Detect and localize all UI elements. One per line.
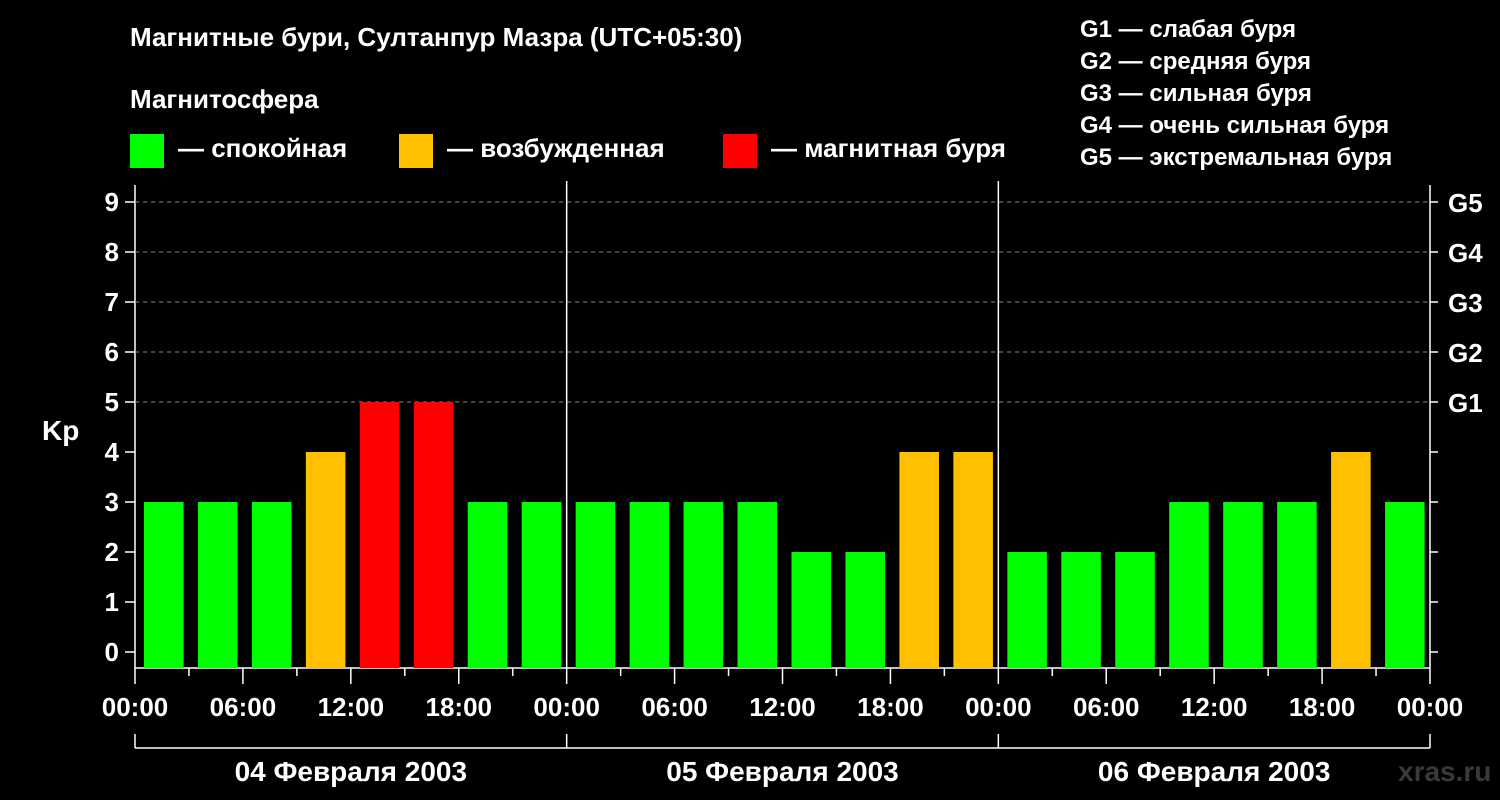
kp-bar (683, 502, 724, 668)
kp-bar (359, 402, 400, 668)
kp-bar (1223, 502, 1263, 668)
y-tick-label: 0 (105, 637, 119, 667)
kp-bar (1169, 502, 1209, 668)
y-tick-label: 1 (105, 587, 119, 617)
day-label: 04 Февраля 2003 (235, 756, 467, 787)
kp-bar (737, 502, 778, 668)
g-level-label: G2 (1448, 338, 1483, 368)
kp-bar (575, 502, 616, 668)
y-tick-label: 7 (105, 287, 119, 317)
kp-bar (521, 502, 562, 668)
y-tick-label: 2 (105, 537, 119, 567)
kp-bar (1007, 552, 1047, 668)
y-tick-label: 3 (105, 487, 119, 517)
kp-bar (143, 502, 184, 668)
g-level-label: G5 (1448, 188, 1483, 218)
x-tick-label: 18:00 (426, 692, 493, 722)
x-tick-label: 18:00 (1289, 692, 1356, 722)
x-tick-label: 18:00 (857, 692, 924, 722)
y-tick-label: 4 (105, 437, 120, 467)
y-tick-label: 9 (105, 187, 119, 217)
kp-bar (1115, 552, 1155, 668)
g-level-label: G4 (1448, 238, 1483, 268)
kp-bar (197, 502, 238, 668)
kp-bar (1385, 502, 1425, 668)
kp-bar (899, 452, 939, 668)
day-label: 06 Февраля 2003 (1098, 756, 1330, 787)
kp-bar (953, 452, 993, 668)
x-tick-label: 06:00 (1073, 692, 1140, 722)
kp-bar (845, 552, 886, 668)
kp-bar (1061, 552, 1101, 668)
g-level-label: G3 (1448, 288, 1483, 318)
kp-bar (305, 452, 346, 668)
kp-bar (413, 402, 454, 668)
kp-bar (629, 502, 670, 668)
x-tick-label: 12:00 (749, 692, 816, 722)
y-tick-label: 5 (105, 387, 119, 417)
x-tick-label: 00:00 (533, 692, 600, 722)
y-tick-label: 6 (105, 337, 119, 367)
x-tick-label: 00:00 (102, 692, 169, 722)
kp-bar (251, 502, 292, 668)
x-tick-label: 12:00 (1181, 692, 1248, 722)
x-tick-label: 12:00 (318, 692, 385, 722)
kp-bar (1277, 502, 1317, 668)
x-tick-label: 00:00 (965, 692, 1032, 722)
day-label: 05 Февраля 2003 (666, 756, 898, 787)
kp-bar (467, 502, 508, 668)
credit-text: xras.ru (1398, 756, 1492, 787)
g-level-label: G1 (1448, 388, 1483, 418)
kp-bar (1331, 452, 1371, 668)
x-tick-label: 06:00 (641, 692, 708, 722)
kp-chart: 0 1 2 3 4 5 6 7 8 9 G1 G2 G3 G4 G5 Kp 00:00 06:00 12:00 18:… (42, 181, 1483, 787)
y-axis-label: Kp (42, 415, 79, 446)
y-tick-label: 8 (105, 237, 119, 267)
kp-bar (791, 552, 832, 668)
x-tick-label: 06:00 (210, 692, 277, 722)
x-tick-label: 00:00 (1397, 692, 1464, 722)
